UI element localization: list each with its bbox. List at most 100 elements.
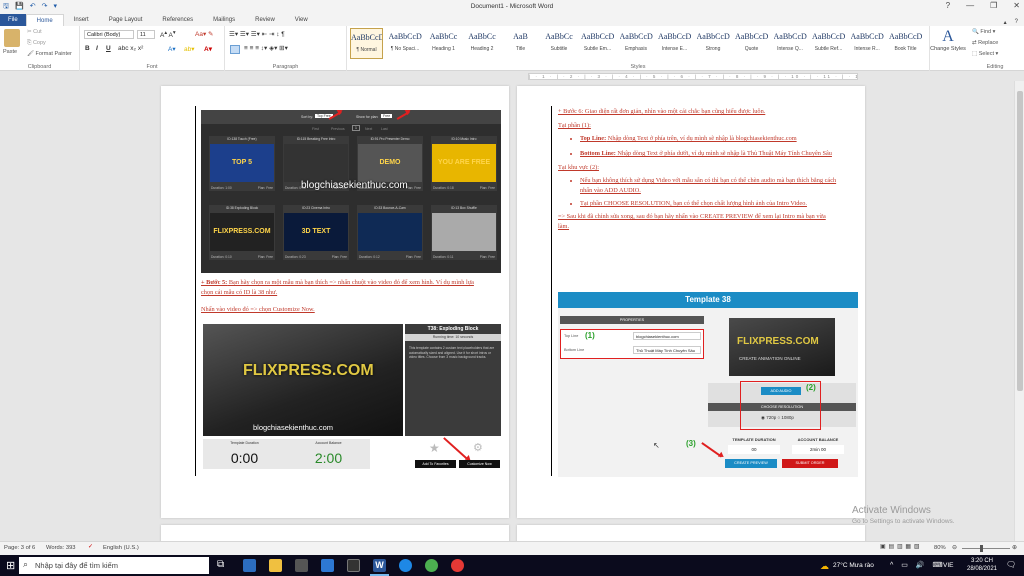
style-8[interactable]: AaBbCcDcEmphasis [620, 28, 653, 59]
edge-icon[interactable] [243, 559, 256, 572]
restore-icon[interactable]: ❐ [990, 1, 997, 10]
help-icon[interactable]: ? [946, 1, 950, 10]
word-taskbar-icon[interactable]: W [373, 559, 386, 572]
style-11[interactable]: AaBbCcDcQuote [735, 28, 768, 59]
chrome-icon[interactable] [425, 559, 438, 572]
star-icon[interactable]: ★ [429, 441, 440, 455]
gears-icon[interactable]: ⚙ [473, 441, 483, 454]
zoom-in-icon[interactable]: ⊕ [1012, 545, 1017, 551]
add-favorites-button[interactable]: Add To Favorites [415, 460, 456, 468]
style-4[interactable]: AaBbCc Heading 2 [466, 28, 499, 59]
template-tile[interactable]: ID:33 Bounce-A-Cam Duration: 0:12 Plan: Fr… [357, 205, 423, 260]
help-question-icon[interactable]: ? [1015, 19, 1018, 26]
style-15[interactable]: AaBbCcDcBook Title [889, 28, 922, 59]
template-tile[interactable]: ID:10 Music Intro YOU ARE FREE Duration: 0… [431, 136, 497, 191]
notification-icon[interactable]: 🗨 [1006, 560, 1016, 569]
zoom-slider[interactable] [962, 548, 1010, 549]
zoom-thumb[interactable] [980, 545, 983, 552]
clock[interactable]: 3:20 CH 28/08/2021 [962, 557, 1002, 573]
style-13[interactable]: AaBbCcDcSubtle Ref... [812, 28, 845, 59]
font-name-combo[interactable]: Calibri (Body) [84, 30, 134, 39]
customize-now-button[interactable]: Customize Now [459, 460, 500, 468]
style-6[interactable]: AaBbCc Subtitle [543, 28, 576, 59]
clear-format-icon[interactable]: Aa▾ ✎ [195, 30, 213, 38]
minimize-icon[interactable]: — [966, 1, 974, 10]
font-color-icon[interactable]: A▾ [204, 45, 212, 53]
task-view-icon[interactable]: ⧉ [217, 559, 230, 572]
zoom-level[interactable]: 80% [934, 545, 946, 551]
edge-chromium-icon[interactable] [399, 559, 412, 572]
grow-font-icon[interactable]: A▴ A▾ [160, 30, 176, 39]
select-button[interactable]: ⬚ Select ▾ [972, 51, 998, 57]
style-10[interactable]: AaBbCcDcStrong [697, 28, 730, 59]
style-7[interactable]: AaBbCcDcSubtle Em... [581, 28, 614, 59]
page-count[interactable]: Page: 3 of 6 [4, 545, 35, 551]
template-tile[interactable]: ID:138 Touch (Free) TOP 5 Duration: 1:00 Pl… [209, 136, 275, 191]
bold-icon[interactable]: B [85, 45, 90, 52]
zoom-out-icon[interactable]: ⊖ [952, 545, 957, 551]
scrollbar-thumb[interactable] [1017, 91, 1023, 391]
template-tile[interactable]: ID:13 Box Shuffle Duration: 0:11 Plan: Fre… [431, 205, 497, 260]
replace-button[interactable]: ⇄ Replace [972, 40, 998, 46]
style-12[interactable]: AaBbCcDcIntense Q... [774, 28, 807, 59]
page-left[interactable]: Sort by: Top Free Show for plan: Free Fi… [161, 86, 509, 518]
bottom-line-input[interactable]: Thủ Thuật Máy Tính Chuyên Sâu [633, 346, 701, 354]
app-icon[interactable] [347, 559, 360, 572]
ruler-bar[interactable]: | · 1 · | · 2 · | · 3 · | · 4 · | · 5 · … [528, 73, 858, 80]
input-language[interactable]: VIE [943, 562, 953, 569]
mail-icon[interactable] [321, 559, 334, 572]
page-right[interactable]: + Bước 6: Giao diện rất đơn giản, nhìn v… [517, 86, 865, 518]
vertical-scrollbar[interactable] [1014, 81, 1024, 541]
weather-icon[interactable]: ☁ [820, 561, 829, 572]
text-effects-icon[interactable]: A▾ [168, 45, 176, 53]
bullets-icon[interactable]: ☰▾ ☰▾ ☰▾ ⇤ ⇥ ↕ ¶ [229, 30, 285, 38]
find-button[interactable]: 🔍 Find ▾ [972, 29, 995, 35]
windows-start-icon[interactable]: ⊞ [6, 559, 15, 572]
tab-review[interactable]: Review [245, 14, 285, 26]
tab-view[interactable]: View [285, 14, 318, 26]
create-preview-button[interactable]: CREATE PREVIEW [725, 459, 777, 468]
close-icon[interactable]: ✕ [1013, 1, 1020, 10]
style-3[interactable]: AaBbCc Heading 1 [427, 28, 460, 59]
tab-page-layout[interactable]: Page Layout [99, 14, 153, 26]
style-9[interactable]: AaBbCcDcIntense E... [658, 28, 691, 59]
strikethrough-icon[interactable]: abc x₂ x² [118, 45, 143, 52]
font-size-combo[interactable]: 11 [137, 30, 155, 39]
style-5[interactable]: AaB Title [504, 28, 537, 59]
chrome-canary-icon[interactable] [451, 559, 464, 572]
page-left-next[interactable] [161, 525, 509, 541]
submit-order-button[interactable]: SUBMIT ORDER [782, 459, 838, 468]
taskbar-search[interactable]: ⌕ Nhập tại đây để tìm kiếm [19, 557, 209, 574]
underline-icon[interactable]: U [106, 45, 111, 52]
proofing-icon[interactable]: ✓ [88, 544, 93, 550]
copy-button[interactable]: ⎘ Copy [27, 40, 46, 47]
format-painter-button[interactable]: 🖌 Format Painter [27, 51, 72, 57]
document-area[interactable]: Sort by: Top Free Show for plan: Free Fi… [0, 81, 1014, 541]
align-left-icon[interactable] [230, 45, 240, 54]
template-tile[interactable]: ID:38 Exploding Block FLIXPRESS.COM Durati… [209, 205, 275, 260]
tray-icons[interactable]: ^ ▭ 🔊 ⌨ [890, 561, 946, 569]
paste-icon[interactable] [4, 29, 20, 47]
style-1[interactable]: AaBbCcDc¶ Normal [350, 28, 383, 59]
align-center-icon[interactable]: ≡ ≡ ≡ ↕▾ ◈▾ ⊞▾ [244, 44, 288, 52]
top-line-input[interactable]: blogchiasekienthuc.com [633, 332, 701, 340]
change-styles-button[interactable]: A Change Styles [930, 28, 966, 68]
cut-button[interactable]: ✂ Cut [27, 29, 42, 35]
file-explorer-icon[interactable] [269, 559, 282, 572]
store-icon[interactable] [295, 559, 308, 572]
language[interactable]: English (U.S.) [103, 545, 139, 551]
style-2[interactable]: AaBbCcDc¶ No Spaci... [389, 28, 422, 59]
tab-file[interactable]: File [0, 14, 26, 26]
weather-text[interactable]: 27°C Mưa rào [833, 562, 874, 569]
template-tile[interactable]: ID:23 Cinema Intro 3D TEXT Duration: 0:23 P… [283, 205, 349, 260]
tab-home[interactable]: Home [25, 14, 64, 26]
ribbon-collapse-icon[interactable]: ▴ [1004, 19, 1007, 26]
italic-icon[interactable]: I [96, 45, 98, 52]
page-right-next[interactable] [517, 525, 865, 541]
view-buttons[interactable]: ▣▤▥▦▧ [880, 544, 922, 550]
tab-mailings[interactable]: Mailings [203, 14, 245, 26]
word-count[interactable]: Words: 393 [46, 545, 76, 551]
highlight-icon[interactable]: ab▾ [184, 45, 195, 53]
style-14[interactable]: AaBbCcDcIntense R... [851, 28, 884, 59]
tab-insert[interactable]: Insert [64, 14, 99, 26]
